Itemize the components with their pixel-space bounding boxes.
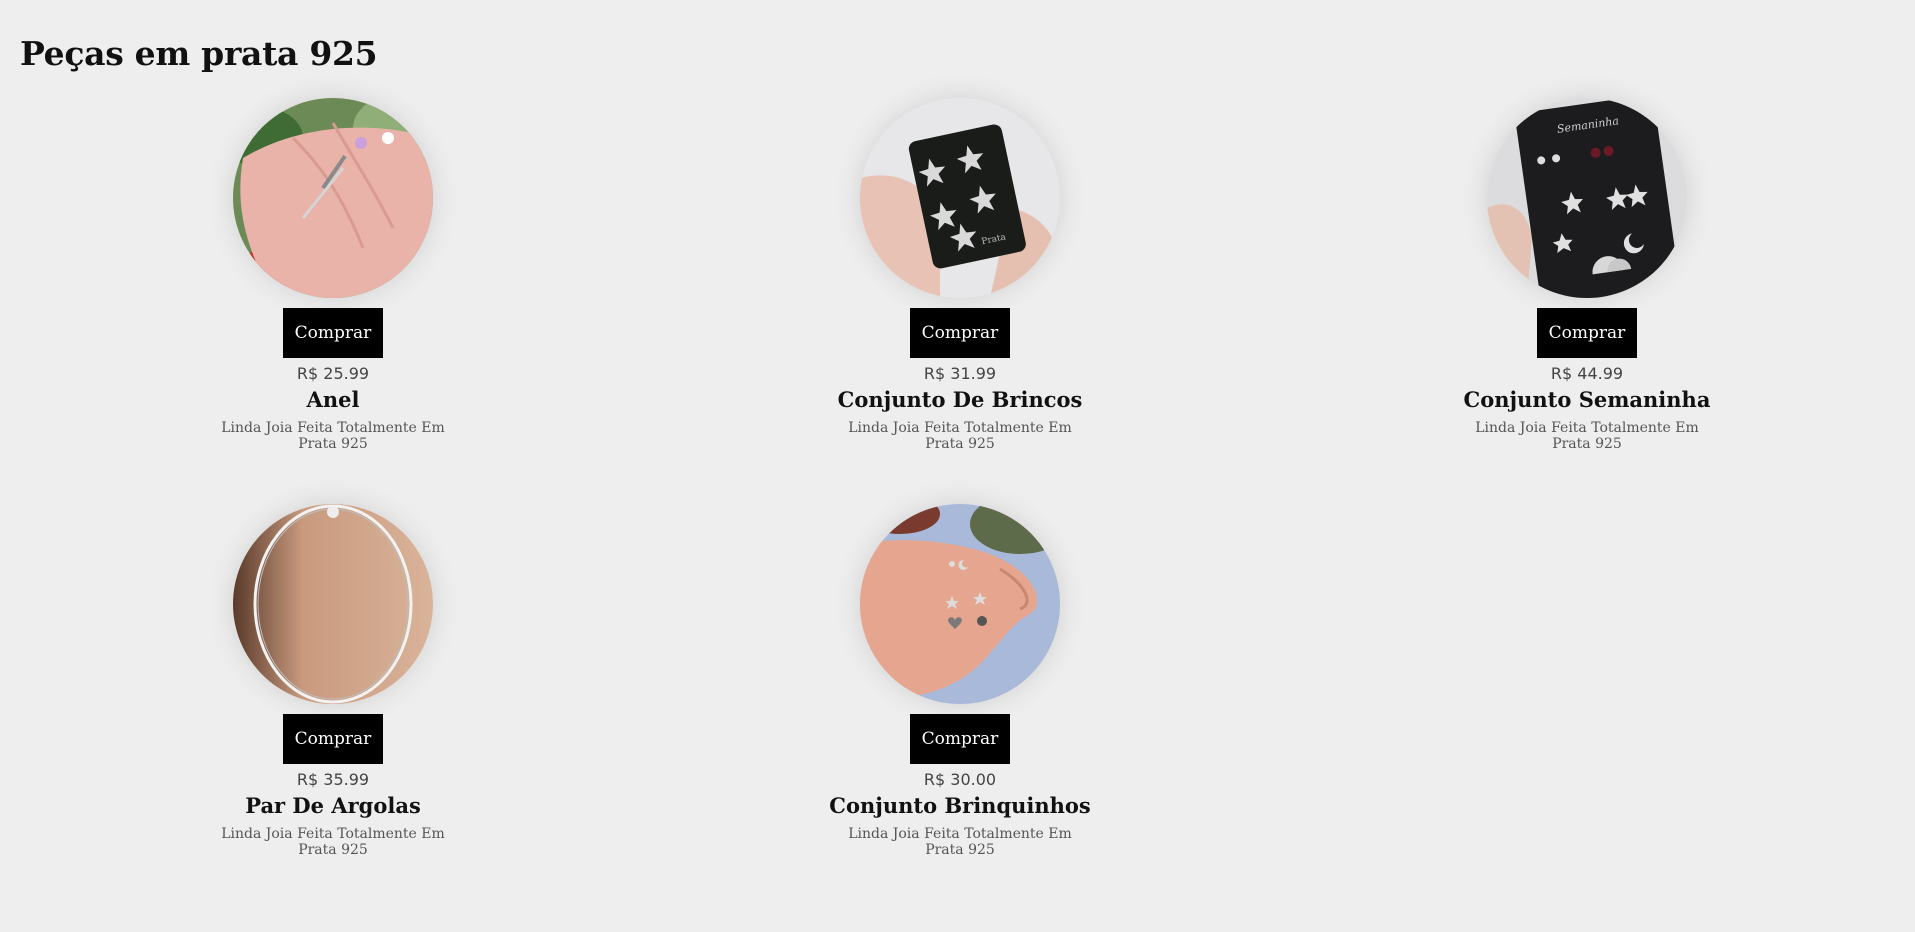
buy-button[interactable]: Comprar <box>283 308 383 358</box>
product-card: Comprar R$ 35.99 Par De Argolas Linda Jo… <box>153 504 513 858</box>
buy-button[interactable]: Comprar <box>910 308 1010 358</box>
product-price: R$ 44.99 <box>1550 364 1624 383</box>
product-price: R$ 31.99 <box>923 364 997 383</box>
product-photo-small-earrings[interactable] <box>860 504 1060 704</box>
product-card: Semaninha Comprar R$ 44.99 Conjunto Sema… <box>1407 98 1767 452</box>
product-card: Comprar R$ 30.00 Conjunto Brinquinhos Li… <box>780 504 1140 858</box>
product-price: R$ 35.99 <box>296 770 370 789</box>
product-description: Linda Joia Feita Totalmente Em Prata 925 <box>848 826 1072 858</box>
product-price: R$ 25.99 <box>296 364 370 383</box>
product-photo-rings[interactable] <box>233 98 433 298</box>
product-name: Anel <box>306 387 360 412</box>
product-card: Comprar R$ 25.99 Anel Linda Joia Feita T… <box>153 98 513 452</box>
product-price: R$ 30.00 <box>923 770 997 789</box>
product-description: Linda Joia Feita Totalmente Em Prata 925 <box>1475 420 1699 452</box>
product-name: Par De Argolas <box>245 793 421 818</box>
buy-button[interactable]: Comprar <box>910 714 1010 764</box>
product-grid: Comprar R$ 25.99 Anel Linda Joia Feita T… <box>0 0 1915 932</box>
product-description: Linda Joia Feita Totalmente Em Prata 925 <box>221 826 445 858</box>
buy-button[interactable]: Comprar <box>1537 308 1637 358</box>
product-photo-week-earrings[interactable]: Semaninha <box>1487 98 1687 298</box>
product-photo-starfish-earrings[interactable]: Prata <box>860 98 1060 298</box>
product-description: Linda Joia Feita Totalmente Em Prata 925 <box>848 420 1072 452</box>
product-name: Conjunto Brinquinhos <box>829 793 1091 818</box>
product-name: Conjunto Semaninha <box>1463 387 1711 412</box>
product-photo-hoop-earrings[interactable] <box>233 504 433 704</box>
product-card: Prata Comprar R$ 31.99 Conjunto De Brinc… <box>780 98 1140 452</box>
product-description: Linda Joia Feita Totalmente Em Prata 925 <box>221 420 445 452</box>
product-name: Conjunto De Brincos <box>837 387 1083 412</box>
buy-button[interactable]: Comprar <box>283 714 383 764</box>
